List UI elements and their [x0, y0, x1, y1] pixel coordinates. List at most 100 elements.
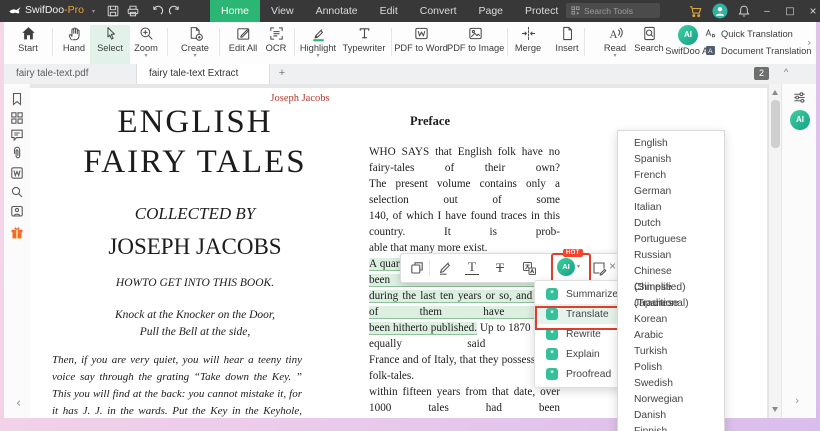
language-option[interactable]: Portuguese	[618, 232, 724, 248]
zoom-icon	[140, 27, 152, 40]
language-option[interactable]: Italian	[618, 200, 724, 216]
menu-home[interactable]: Home	[210, 0, 261, 22]
minimize-button[interactable]: –	[760, 6, 774, 17]
previous-page-chevron[interactable]: ‹	[16, 396, 21, 411]
maximize-button[interactable]: □	[783, 6, 797, 17]
typewriter-icon	[359, 28, 369, 39]
language-option[interactable]: Danish	[618, 408, 724, 424]
hand-icon	[68, 27, 80, 41]
gift-icon[interactable]	[9, 225, 25, 241]
collected-by-line: COLLECTED BY	[134, 204, 256, 223]
new-tab-button[interactable]: +	[274, 66, 290, 82]
thumbnails-icon[interactable]	[9, 110, 25, 126]
expand-panel-chevron[interactable]: ›	[795, 394, 799, 407]
insert-button[interactable]: Insert	[545, 25, 589, 53]
menu-annotate[interactable]: Annotate	[305, 0, 369, 22]
language-option[interactable]: Chinese (Traditional)	[618, 280, 724, 309]
underline-icon[interactable]: T	[465, 259, 479, 275]
zoom-tool-button[interactable]: Zoom ▾	[126, 25, 166, 59]
tab-fairy-tale-extract-ocr[interactable]: fairy tale-text Extract OCR.pdf *	[136, 64, 270, 99]
typewriter-button[interactable]: Typewriter	[338, 25, 390, 53]
highlight-button[interactable]: Highlight ▾	[296, 25, 340, 59]
vertical-scrollbar[interactable]	[768, 84, 782, 418]
quick-translation-icon	[705, 28, 715, 38]
annotations-icon[interactable]	[9, 127, 25, 143]
book-title-line1: ENGLISH	[117, 104, 273, 140]
language-option[interactable]: Norwegian	[618, 392, 724, 408]
popup-ai-button[interactable]: AI	[557, 258, 575, 276]
language-option[interactable]: English	[618, 136, 724, 152]
merge-button[interactable]: Merge	[506, 25, 550, 53]
bookmark-icon[interactable]	[9, 91, 25, 107]
app-menu-caret-icon[interactable]: ▾	[92, 8, 95, 15]
properties-sliders-icon[interactable]	[792, 90, 807, 105]
store-cart-icon[interactable]	[688, 4, 703, 19]
attachment-icon[interactable]	[9, 145, 25, 161]
pdf-to-image-button[interactable]: PDF to Image	[447, 25, 504, 53]
quick-translation-button[interactable]: Quick Translation	[704, 27, 793, 40]
menu-view[interactable]: View	[260, 0, 305, 22]
print-icon[interactable]	[126, 4, 140, 18]
svg-text:A: A	[708, 48, 713, 55]
menu-page[interactable]: Page	[468, 0, 515, 22]
ai-caret-icon[interactable]: ▾	[577, 263, 580, 270]
ocr-button[interactable]: OCR	[256, 25, 296, 53]
snapshot-icon[interactable]	[9, 203, 25, 219]
left-page-paragraph: Then, if you are very quiet, you will he…	[52, 354, 302, 417]
selection-popup-toolbar: T T AI ▾ HOT ×	[400, 249, 628, 285]
scrollbar-thumb[interactable]	[771, 100, 780, 148]
preface-text-line: collected in each country. I am hoping t…	[369, 416, 560, 418]
preface-text-line: The present volume contains only a selec…	[369, 178, 560, 206]
document-translation-icon: A	[706, 46, 715, 55]
search-panel-icon[interactable]	[9, 184, 25, 200]
hand-tool-button[interactable]: Hand	[54, 25, 94, 53]
language-option[interactable]: Turkish	[618, 344, 724, 360]
language-option[interactable]: French	[618, 168, 724, 184]
create-button[interactable]: Create ▾	[173, 25, 217, 59]
ocr-icon	[269, 27, 283, 40]
ribbon-expand-chevron[interactable]: ›	[807, 36, 811, 49]
language-option[interactable]: Spanish	[618, 152, 724, 168]
language-option[interactable]: Finnish	[618, 424, 724, 431]
preface-text-line: 140, of which I have found traces in thi…	[369, 210, 560, 238]
highlight-pen-icon[interactable]	[437, 260, 453, 276]
collapse-ribbon-chevron[interactable]: ^	[784, 67, 788, 77]
pdf-to-word-button[interactable]: PDF to Word	[393, 25, 449, 53]
scroll-down-arrow[interactable]	[772, 407, 778, 412]
language-option[interactable]: Arabic	[618, 328, 724, 344]
scroll-up-arrow[interactable]	[772, 90, 778, 95]
document-translation-button[interactable]: A Document Translation	[704, 44, 811, 57]
menu-edit[interactable]: Edit	[369, 0, 409, 22]
undo-icon[interactable]	[150, 4, 164, 18]
account-avatar[interactable]	[712, 3, 728, 19]
window-close-button[interactable]: ×	[806, 4, 820, 18]
svg-text:A: A	[609, 29, 618, 41]
language-option[interactable]: Chinese (Simplified)	[618, 264, 724, 293]
redo-icon[interactable]	[168, 4, 182, 18]
save-icon[interactable]	[106, 4, 120, 18]
language-option[interactable]: Korean	[618, 312, 724, 328]
ai-assistant-panel-button[interactable]: AI	[790, 110, 810, 130]
popup-close-icon[interactable]: ×	[609, 259, 616, 273]
preface-text-line: WHO SAYS that English folk have no fairy…	[369, 146, 560, 174]
language-option[interactable]: Dutch	[618, 216, 724, 232]
copy-icon[interactable]	[409, 260, 425, 276]
tab-fairy-tale-text[interactable]: fairy tale-text.pdf	[4, 64, 134, 84]
notification-bell-icon[interactable]	[737, 4, 751, 18]
menu-convert[interactable]: Convert	[409, 0, 468, 22]
translate-icon[interactable]	[521, 260, 537, 276]
language-option[interactable]: German	[618, 184, 724, 200]
search-tools-input[interactable]: Search Tools	[566, 3, 660, 18]
language-option[interactable]: Polish	[618, 360, 724, 376]
create-document-icon	[190, 27, 203, 41]
select-tool-button[interactable]: Select	[90, 25, 130, 65]
document-tab-bar: fairy tale-text.pdf fairy tale-text Extr…	[4, 64, 816, 99]
note-icon[interactable]	[591, 260, 607, 276]
language-option[interactable]: Russian	[618, 248, 724, 264]
strikethrough-icon[interactable]: T	[493, 259, 507, 276]
menu-protect[interactable]: Protect	[514, 0, 569, 22]
language-option[interactable]: Swedish	[618, 376, 724, 392]
language-option[interactable]: Japanese	[618, 296, 724, 312]
word-export-icon[interactable]	[9, 165, 25, 181]
start-button[interactable]: Start	[8, 25, 48, 53]
